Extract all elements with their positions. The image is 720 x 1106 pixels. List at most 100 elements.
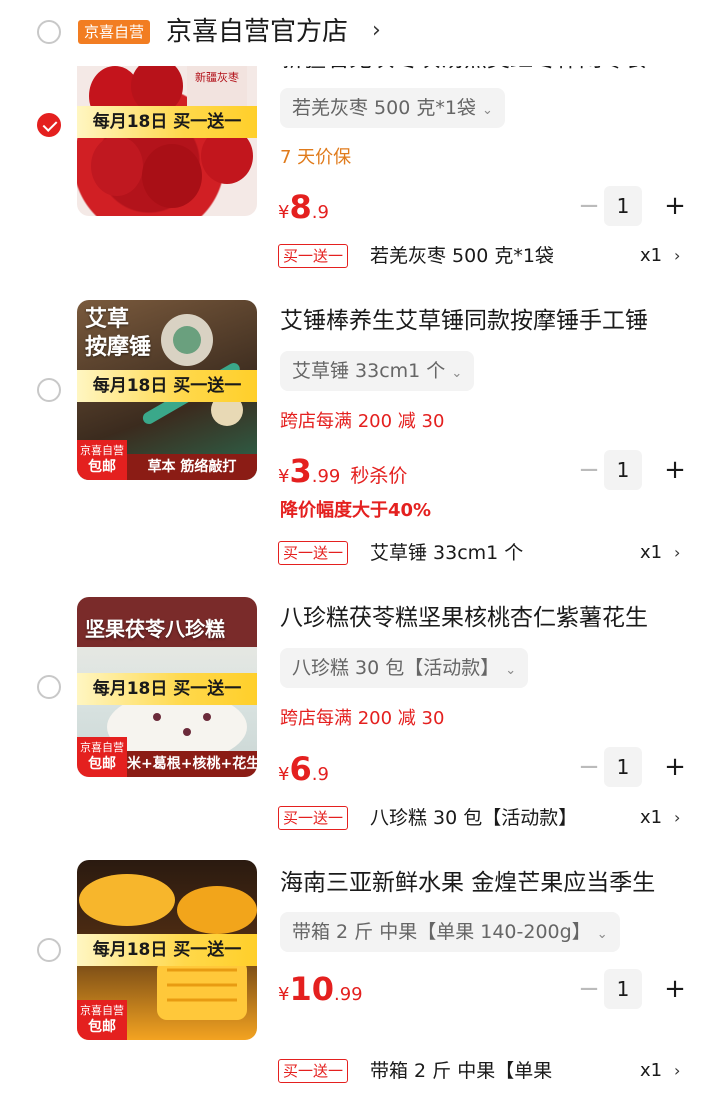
item-3-spec-label: 八珍糕 30 包【活动款】 <box>292 657 500 679</box>
badge-top: 京喜自营 <box>80 741 124 754</box>
quantity-input[interactable]: 1 <box>604 969 642 1009</box>
chevron-right-icon[interactable]: › <box>372 18 381 43</box>
price-integer: 3 <box>289 452 312 490</box>
item-4-price: ¥10.99 <box>278 970 363 1008</box>
item-3-checkbox[interactable] <box>37 675 61 699</box>
badge-top: 京喜自营 <box>80 1004 124 1017</box>
chevron-right-icon: › <box>674 543 681 562</box>
plus-button[interactable]: + <box>664 192 686 220</box>
store-select-checkbox[interactable] <box>37 20 61 44</box>
price-decimal: .99 <box>333 984 363 1005</box>
price-currency: ¥ <box>278 202 290 223</box>
item-3-thumb-banner: 每月18日 买一送一 <box>77 673 257 705</box>
minus-button[interactable]: − <box>578 192 600 220</box>
gift-tag: 买一送一 <box>278 541 349 565</box>
quantity-input[interactable]: 1 <box>604 747 642 787</box>
badge-bottom: 包邮 <box>88 1019 116 1035</box>
item-2-spec-selector[interactable]: 艾草锤 33cm1 个 ⌄ <box>280 351 475 391</box>
item-4-title[interactable]: 海南三亚新鲜水果 金煌芒果应当季生 <box>280 868 690 898</box>
badge-bottom: 包邮 <box>88 459 116 475</box>
gift-quantity: x1 <box>640 807 663 828</box>
price-currency: ¥ <box>278 466 290 487</box>
svg-text:新疆灰枣: 新疆灰枣 <box>195 70 239 84</box>
item-1-thumb-banner: 每月18日 买一送一 <box>77 106 257 138</box>
price-integer: 8 <box>289 188 312 226</box>
item-2-jx-badge: 京喜自营 包邮 <box>77 440 127 480</box>
item-3-promo: 跨店每满 200 减 30 <box>280 708 445 729</box>
item-2-discount-note: 降价幅度大于40% <box>280 500 432 521</box>
item-4-gift-row[interactable]: 买一送一 带箱 2 斤 中果【单果 x1 › <box>278 1057 688 1085</box>
item-1-spec-label: 若羌灰枣 500 克*1袋 <box>292 97 476 119</box>
item-1-spec-selector[interactable]: 若羌灰枣 500 克*1袋 ⌄ <box>280 88 505 128</box>
item-1-price-protect: 7 天价保 <box>280 147 352 168</box>
gift-quantity: x1 <box>640 1060 663 1081</box>
store-header: 京喜自营 京喜自营官方店 › <box>0 0 720 66</box>
item-1-checkbox[interactable] <box>37 113 61 137</box>
item-2-thumbnail[interactable]: 艾草 按摩锤 每月18日 买一送一 京喜自营包邮 草本 筋络敲打 <box>77 300 257 480</box>
chevron-down-icon: ⌄ <box>481 103 493 118</box>
item-2-gift-row[interactable]: 买一送一 艾草锤 33cm1 个 x1 › <box>278 539 688 567</box>
chevron-right-icon: › <box>674 808 681 827</box>
badge-top: 京喜自营 <box>80 444 124 457</box>
item-2-thumb-banner: 每月18日 买一送一 <box>77 370 257 402</box>
minus-button[interactable]: − <box>578 975 600 1003</box>
quantity-input[interactable]: 1 <box>604 450 642 490</box>
plus-button[interactable]: + <box>664 753 686 781</box>
price-currency: ¥ <box>278 764 290 785</box>
chevron-down-icon: ⌄ <box>596 927 608 942</box>
price-decimal: .9 <box>311 202 329 223</box>
item-3-thumbnail[interactable]: 坚果茯苓八珍糕 每月18日 买一送一 京喜自营包邮 米+葛根+核桃+花生 <box>77 597 257 777</box>
chevron-right-icon: › <box>674 246 681 265</box>
plus-button[interactable]: + <box>664 456 686 484</box>
item-4-thumb-banner: 每月18日 买一送一 <box>77 934 257 966</box>
item-2-promo: 跨店每满 200 减 30 <box>280 411 445 432</box>
item-3-price: ¥6.9 <box>278 750 329 788</box>
gift-name: 艾草锤 33cm1 个 <box>370 542 524 564</box>
item-3-spec-selector[interactable]: 八珍糕 30 包【活动款】 ⌄ <box>280 648 529 688</box>
item-4-jx-badge: 京喜自营 包邮 <box>77 1000 127 1040</box>
item-2-checkbox[interactable] <box>37 378 61 402</box>
item-1-quantity-stepper: − 1 + <box>578 186 688 226</box>
item-2-title[interactable]: 艾锤棒养生艾草锤同款按摩锤手工锤 <box>280 306 690 336</box>
item-2-quantity-stepper: − 1 + <box>578 450 688 490</box>
item-3-jx-badge: 京喜自营 包邮 <box>77 737 127 777</box>
chevron-right-icon: › <box>674 1061 681 1080</box>
gift-quantity: x1 <box>640 245 663 266</box>
flash-sale-tag: 秒杀价 <box>350 465 408 487</box>
item-3-gift-row[interactable]: 买一送一 八珍糕 30 包【活动款】 x1 › <box>278 804 688 832</box>
item-2-thumb-strip: 草本 筋络敲打 <box>127 454 257 480</box>
item-4-checkbox[interactable] <box>37 938 61 962</box>
price-currency: ¥ <box>278 984 290 1005</box>
item-4-quantity-stepper: − 1 + <box>578 969 688 1009</box>
gift-name: 八珍糕 30 包【活动款】 <box>370 807 578 829</box>
store-badge: 京喜自营 <box>78 20 151 44</box>
item-3-thumb-strip: 米+葛根+核桃+花生 <box>127 751 257 777</box>
minus-button[interactable]: − <box>578 753 600 781</box>
badge-bottom: 包邮 <box>88 756 116 772</box>
gift-tag: 买一送一 <box>278 806 349 830</box>
price-integer: 10 <box>289 970 334 1008</box>
item-4-spec-selector[interactable]: 带箱 2 斤 中果【单果 140-200g】 ⌄ <box>280 912 620 952</box>
gift-quantity: x1 <box>640 542 663 563</box>
minus-button[interactable]: − <box>578 456 600 484</box>
item-2-spec-label: 艾草锤 33cm1 个 <box>292 360 446 382</box>
plus-button[interactable]: + <box>664 975 686 1003</box>
price-decimal: .99 <box>311 466 341 487</box>
gift-name: 若羌灰枣 500 克*1袋 <box>370 245 554 267</box>
price-integer: 6 <box>289 750 312 788</box>
gift-tag: 买一送一 <box>278 244 349 268</box>
item-1-gift-row[interactable]: 买一送一 若羌灰枣 500 克*1袋 x1 › <box>278 242 688 270</box>
gift-tag: 买一送一 <box>278 1059 349 1083</box>
chevron-down-icon: ⌄ <box>505 663 517 678</box>
item-3-title[interactable]: 八珍糕茯苓糕坚果核桃杏仁紫薯花生 <box>280 603 690 633</box>
quantity-input[interactable]: 1 <box>604 186 642 226</box>
item-1-price: ¥8.9 <box>278 188 329 226</box>
price-decimal: .9 <box>311 764 329 785</box>
store-name[interactable]: 京喜自营官方店 <box>166 14 348 50</box>
chevron-down-icon: ⌄ <box>451 366 463 381</box>
item-3-thumb-title: 坚果茯苓八珍糕 <box>85 617 225 641</box>
item-2-thumb-title: 艾草 按摩锤 <box>85 307 152 360</box>
item-4-thumbnail[interactable]: 每月18日 买一送一 京喜自营包邮 <box>77 860 257 1040</box>
item-4-spec-label: 带箱 2 斤 中果【单果 140-200g】 <box>292 921 591 943</box>
gift-name: 带箱 2 斤 中果【单果 <box>370 1060 553 1082</box>
